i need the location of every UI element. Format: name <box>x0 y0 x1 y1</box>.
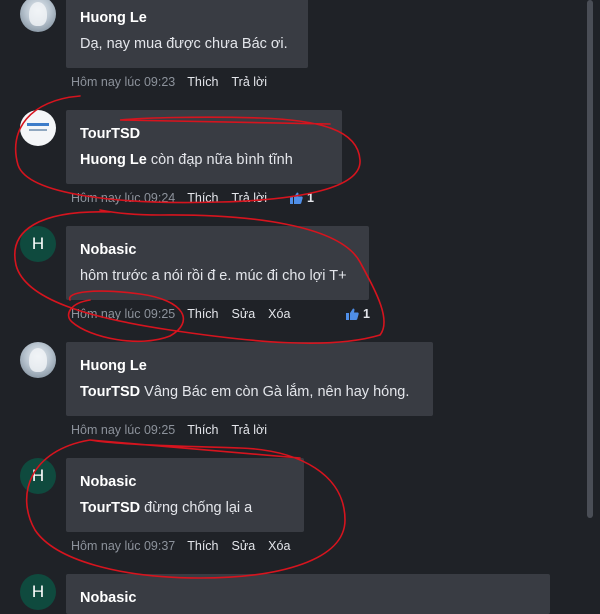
delete-button[interactable]: Xóa <box>268 539 290 553</box>
timestamp[interactable]: Hôm nay lúc 09:25 <box>71 307 175 321</box>
comment-bubble: Nobasic <box>66 574 550 614</box>
comment-bubble: TourTSD Huong Le còn đạp nữa bình tĩnh <box>66 110 342 184</box>
avatar[interactable] <box>20 342 56 378</box>
comment-meta: Hôm nay lúc 09:23 Thích Trả lời <box>71 75 280 89</box>
comment-author[interactable]: Nobasic <box>80 474 136 490</box>
mention-link[interactable]: Huong Le <box>80 152 147 168</box>
timestamp[interactable]: Hôm nay lúc 09:25 <box>71 423 175 437</box>
comment-bubble: Huong Le TourTSD Vâng Bác em còn Gà lắm,… <box>66 342 433 416</box>
like-button[interactable]: Thích <box>187 75 218 89</box>
comment-author[interactable]: TourTSD <box>80 126 140 142</box>
comment-text: Huong Le còn đạp nữa bình tĩnh <box>80 152 293 168</box>
comment-author[interactable]: Huong Le <box>80 358 147 374</box>
timestamp[interactable]: Hôm nay lúc 09:37 <box>71 539 175 553</box>
like-button[interactable]: Thích <box>187 423 218 437</box>
like-button[interactable]: Thích <box>187 307 218 321</box>
comment-bubble: Huong Le Dạ, nay mua được chưa Bác ơi. <box>66 0 308 68</box>
mention-link[interactable]: TourTSD <box>80 384 140 400</box>
comment-bubble: Nobasic TourTSD đừng chống lại a <box>66 458 304 532</box>
avatar[interactable]: H <box>20 458 56 494</box>
reply-button[interactable]: Trả lời <box>232 423 268 437</box>
like-button[interactable]: Thích <box>187 191 218 205</box>
comment-text: TourTSD Vâng Bác em còn Gà lắm, nên hay … <box>80 384 409 400</box>
reply-button[interactable]: Trả lời <box>232 191 268 205</box>
like-count: 1 <box>307 191 314 205</box>
comment-text: Dạ, nay mua được chưa Bác ơi. <box>80 36 288 52</box>
comment-bubble: Nobasic hôm trước a nói rồi đ e. múc đi … <box>66 226 369 300</box>
comment-body: hôm trước a nói rồi đ e. múc đi cho lợi … <box>80 268 347 284</box>
comment-meta: Hôm nay lúc 09:25 Thích Trả lời <box>71 423 280 437</box>
edit-button[interactable]: Sửa <box>232 539 256 553</box>
comment-author[interactable]: Nobasic <box>80 242 136 258</box>
thumbs-up-icon <box>346 308 359 320</box>
comment-body: Vâng Bác em còn Gà lắm, nên hay hóng. <box>140 384 410 400</box>
comment-meta: Hôm nay lúc 09:24 Thích Trả lời <box>71 191 280 205</box>
avatar[interactable]: H <box>20 574 56 610</box>
avatar[interactable]: H <box>20 226 56 262</box>
thumbs-up-icon <box>290 192 303 204</box>
edit-button[interactable]: Sửa <box>232 307 256 321</box>
comment-meta: Hôm nay lúc 09:25 Thích Sửa Xóa <box>71 307 303 321</box>
reaction-count[interactable]: 1 <box>290 191 314 205</box>
comment-author[interactable]: Huong Le <box>80 10 147 26</box>
comment-meta: Hôm nay lúc 09:37 Thích Sửa Xóa <box>71 539 303 553</box>
comment-body: Dạ, nay mua được chưa Bác ơi. <box>80 36 288 52</box>
like-count: 1 <box>363 307 370 321</box>
reaction-count[interactable]: 1 <box>346 307 370 321</box>
comment-body: đừng chống lại a <box>140 500 253 516</box>
comment-body: còn đạp nữa bình tĩnh <box>146 152 293 168</box>
timestamp[interactable]: Hôm nay lúc 09:24 <box>71 191 175 205</box>
comment-author[interactable]: Nobasic <box>80 590 136 606</box>
timestamp[interactable]: Hôm nay lúc 09:23 <box>71 75 175 89</box>
like-button[interactable]: Thích <box>187 539 218 553</box>
avatar[interactable] <box>20 0 56 32</box>
avatar[interactable] <box>20 110 56 146</box>
scrollbar[interactable] <box>587 0 593 518</box>
reply-button[interactable]: Trả lời <box>232 75 268 89</box>
delete-button[interactable]: Xóa <box>268 307 290 321</box>
comment-text: TourTSD đừng chống lại a <box>80 500 252 516</box>
comment-text: hôm trước a nói rồi đ e. múc đi cho lợi … <box>80 268 347 284</box>
mention-link[interactable]: TourTSD <box>80 500 140 516</box>
